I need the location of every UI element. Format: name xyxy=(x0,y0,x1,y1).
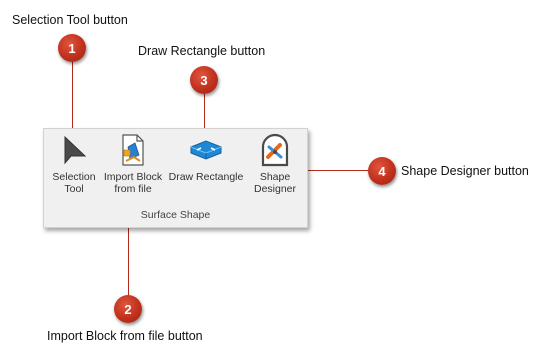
selection-tool-button[interactable]: Selection Tool xyxy=(48,133,100,195)
callout-3-text: Draw Rectangle button xyxy=(138,44,266,58)
surface-shape-ribbon-group: Selection Tool Import Block from file Dr… xyxy=(43,128,308,228)
import-block-label-2: from file xyxy=(114,183,152,195)
callout-3-badge: 3 xyxy=(190,66,218,94)
callout-1-badge: 1 xyxy=(58,34,86,62)
shape-designer-icon xyxy=(258,133,292,167)
selection-tool-label-1: Selection xyxy=(52,171,96,183)
callout-2-text: Import Block from file button xyxy=(47,329,203,343)
callout-2-badge: 2 xyxy=(114,295,142,323)
shape-designer-label-2: Designer xyxy=(253,183,297,195)
shape-designer-label-1: Shape xyxy=(259,171,291,183)
cursor-arrow-icon xyxy=(57,133,91,167)
group-label: Surface Shape xyxy=(140,209,211,221)
draw-rectangle-button[interactable]: Draw Rectangle xyxy=(166,133,246,183)
import-block-icon xyxy=(116,133,150,167)
leader-line-1 xyxy=(72,61,73,132)
draw-rectangle-icon xyxy=(189,133,223,167)
leader-line-4 xyxy=(306,170,368,171)
shape-designer-button[interactable]: Shape Designer xyxy=(246,133,304,195)
draw-rectangle-label: Draw Rectangle xyxy=(168,171,244,183)
import-block-button[interactable]: Import Block from file xyxy=(100,133,166,195)
leader-line-2 xyxy=(128,226,129,296)
leader-line-3 xyxy=(204,92,205,132)
import-block-label-1: Import Block xyxy=(103,171,163,183)
callout-1-text: Selection Tool button xyxy=(12,13,128,27)
selection-tool-label-2: Tool xyxy=(64,183,84,195)
callout-4-text: Shape Designer button xyxy=(401,164,529,178)
callout-4-badge: 4 xyxy=(368,157,396,185)
